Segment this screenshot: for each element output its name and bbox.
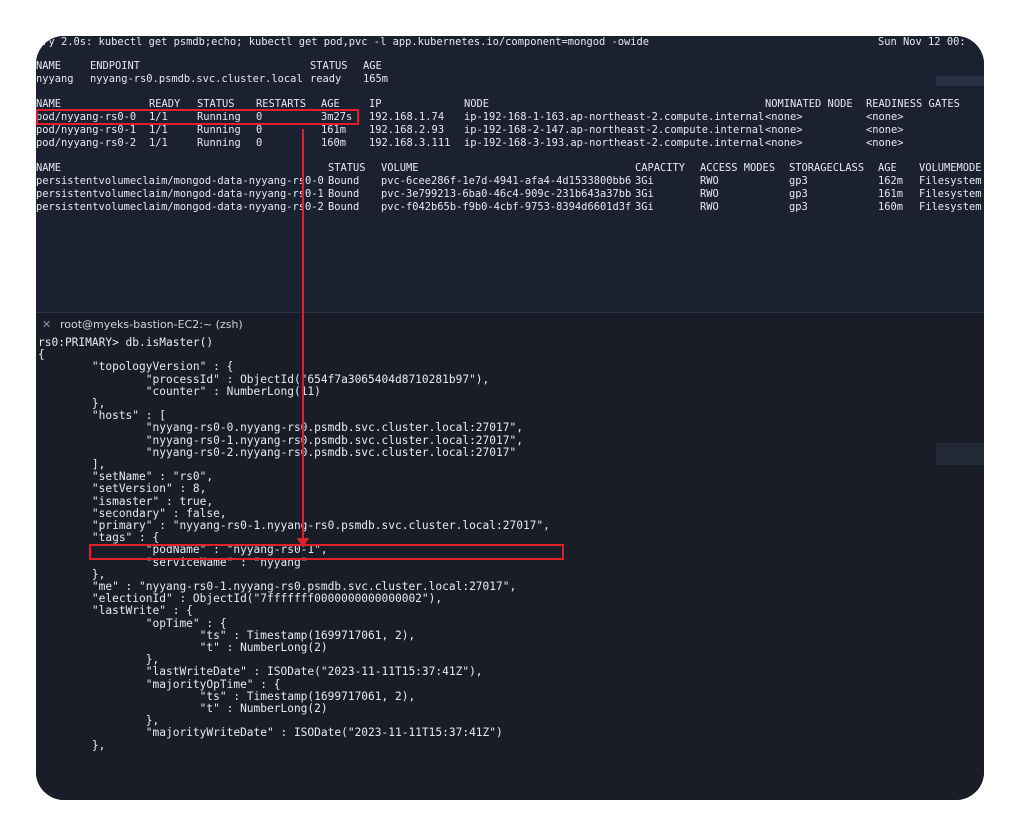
pod-name: pod/nyyang-rs0-2	[36, 137, 137, 149]
psmdb-header-age: AGE	[363, 60, 382, 72]
pod-status: Running	[197, 124, 241, 136]
shell-line: rs0:PRIMARY> db.isMaster()	[38, 336, 214, 349]
psmdb-header-endpoint: ENDPOINT	[90, 60, 141, 72]
pvc-storageclass: gp3	[789, 175, 808, 187]
shell-line: "lastWriteDate" : ISODate("2023-11-11T15…	[38, 665, 483, 679]
pvc-storageclass: gp3	[789, 201, 808, 213]
pvc-header-storageclass: STORAGECLASS	[789, 162, 865, 174]
pvc-age: 162m	[878, 175, 904, 187]
pod-restarts: 0	[256, 137, 263, 149]
shell-line: "nyyang-rs0-0.nyyang-rs0.psmdb.svc.clust…	[38, 421, 523, 435]
pvc-status: Bound	[328, 175, 360, 187]
pod-age: 160m	[321, 137, 347, 149]
pvc-header-status: STATUS	[328, 162, 366, 174]
pvc-volumemode: Filesystem	[919, 175, 982, 187]
psmdb-age: 165m	[363, 73, 389, 85]
pvc-header-name: NAME	[36, 162, 62, 174]
pvc-name: persistentvolumeclaim/mongod-data-nyyang…	[36, 175, 324, 187]
shell-line: "topologyVersion" : {	[38, 360, 234, 374]
highlight-box-pod	[36, 109, 359, 125]
shell-line: },	[38, 738, 106, 752]
pod-name: pod/nyyang-rs0-1	[36, 124, 137, 136]
pvc-capacity: 3Gi	[635, 201, 654, 213]
pvc-capacity: 3Gi	[635, 175, 654, 187]
pod-header-readiness: READINESS GATES	[866, 98, 960, 110]
pvc-status: Bound	[328, 188, 360, 200]
shell-line: "nyyang-rs0-1.nyyang-rs0.psmdb.svc.clust…	[38, 433, 523, 447]
pod-ready: 1/1	[149, 137, 168, 149]
pod-status: Running	[197, 137, 241, 149]
pod-ip: 192.168.3.111	[369, 137, 451, 149]
terminal-window: ery 2.0s: kubectl get psmdb;echo; kubect…	[36, 36, 984, 800]
pvc-header-volumemode: VOLUMEMODE	[919, 162, 982, 174]
pvc-volumemode: Filesystem	[919, 201, 982, 213]
pvc-volumemode: Filesystem	[919, 188, 982, 200]
pvc-volume: pvc-6cee286f-1e7d-4941-afa4-4d1533800bb6	[381, 175, 632, 187]
pvc-access: RWO	[700, 188, 719, 200]
shell-line: "ismaster" : true,	[38, 494, 214, 508]
pod-nominated: <none>	[765, 124, 803, 136]
psmdb-status: ready	[310, 73, 342, 85]
pod-node: ip-192-168-1-163.ap-northeast-2.compute.…	[464, 111, 765, 123]
pvc-access: RWO	[700, 175, 719, 187]
pvc-volume: pvc-f042b65b-f9b0-4cbf-9753-8394d6601d3f	[381, 201, 632, 213]
pvc-age: 161m	[878, 188, 904, 200]
pvc-status: Bound	[328, 201, 360, 213]
annotation-arrow	[302, 129, 304, 539]
background-artifact	[936, 443, 984, 465]
shell-line: "nyyang-rs0-2.nyyang-rs0.psmdb.svc.clust…	[38, 445, 517, 459]
psmdb-name: nyyang	[36, 73, 74, 85]
shell-line: "processId" : ObjectId("654f7a3065404d87…	[38, 372, 490, 386]
pod-restarts: 0	[256, 124, 263, 136]
pvc-header-capacity: CAPACITY	[635, 162, 686, 174]
pod-ready: 1/1	[149, 124, 168, 136]
pvc-name: persistentvolumeclaim/mongod-data-nyyang…	[36, 201, 324, 213]
shell-line: "opTime" : {	[38, 616, 227, 630]
watch-clock: Sun Nov 12 00:	[878, 36, 966, 48]
pvc-header-age: AGE	[878, 162, 897, 174]
pvc-capacity: 3Gi	[635, 188, 654, 200]
pod-readiness: <none>	[866, 111, 904, 123]
pod-header-ip: IP	[369, 98, 382, 110]
close-icon[interactable]: ✕	[42, 318, 51, 331]
shell-line: "majorityWriteDate" : ISODate("2023-11-1…	[38, 726, 503, 740]
pod-nominated: <none>	[765, 111, 803, 123]
shell-title: root@myeks-bastion-EC2:~ (zsh)	[60, 318, 243, 331]
arrow-head-icon	[297, 538, 309, 548]
pod-header-node: NODE	[464, 98, 490, 110]
shell-line: "setVersion" : 8,	[38, 482, 207, 496]
pod-node: ip-192-168-2-147.ap-northeast-2.compute.…	[464, 124, 765, 136]
pod-header-nominated: NOMINATED NODE	[765, 98, 853, 110]
pod-age: 161m	[321, 124, 347, 136]
pvc-name: persistentvolumeclaim/mongod-data-nyyang…	[36, 188, 324, 200]
pvc-header-access: ACCESS MODES	[700, 162, 776, 174]
pvc-access: RWO	[700, 201, 719, 213]
pod-readiness: <none>	[866, 137, 904, 149]
pod-readiness: <none>	[866, 124, 904, 136]
shell-line: "majorityOpTime" : {	[38, 677, 281, 691]
pod-ip: 192.168.1.74	[369, 111, 445, 123]
background-artifact	[936, 76, 984, 86]
shell-line: "lastWrite" : {	[38, 604, 193, 618]
pvc-header-volume: VOLUME	[381, 162, 419, 174]
pod-ip: 192.168.2.93	[369, 124, 445, 136]
pvc-storageclass: gp3	[789, 188, 808, 200]
pod-node: ip-192-168-3-193.ap-northeast-2.compute.…	[464, 137, 765, 149]
psmdb-header-name: NAME	[36, 60, 62, 72]
pvc-volume: pvc-3e799213-6ba0-46c4-909c-231b643a37bb	[381, 188, 632, 200]
highlight-box-primary	[89, 544, 564, 560]
pvc-age: 160m	[878, 201, 904, 213]
watch-header: ery 2.0s: kubectl get psmdb;echo; kubect…	[36, 36, 650, 48]
psmdb-endpoint: nyyang-rs0.psmdb.svc.cluster.local	[90, 73, 303, 85]
watch-pane[interactable]: ery 2.0s: kubectl get psmdb;echo; kubect…	[36, 36, 984, 313]
pod-nominated: <none>	[765, 137, 803, 149]
psmdb-header-status: STATUS	[310, 60, 348, 72]
